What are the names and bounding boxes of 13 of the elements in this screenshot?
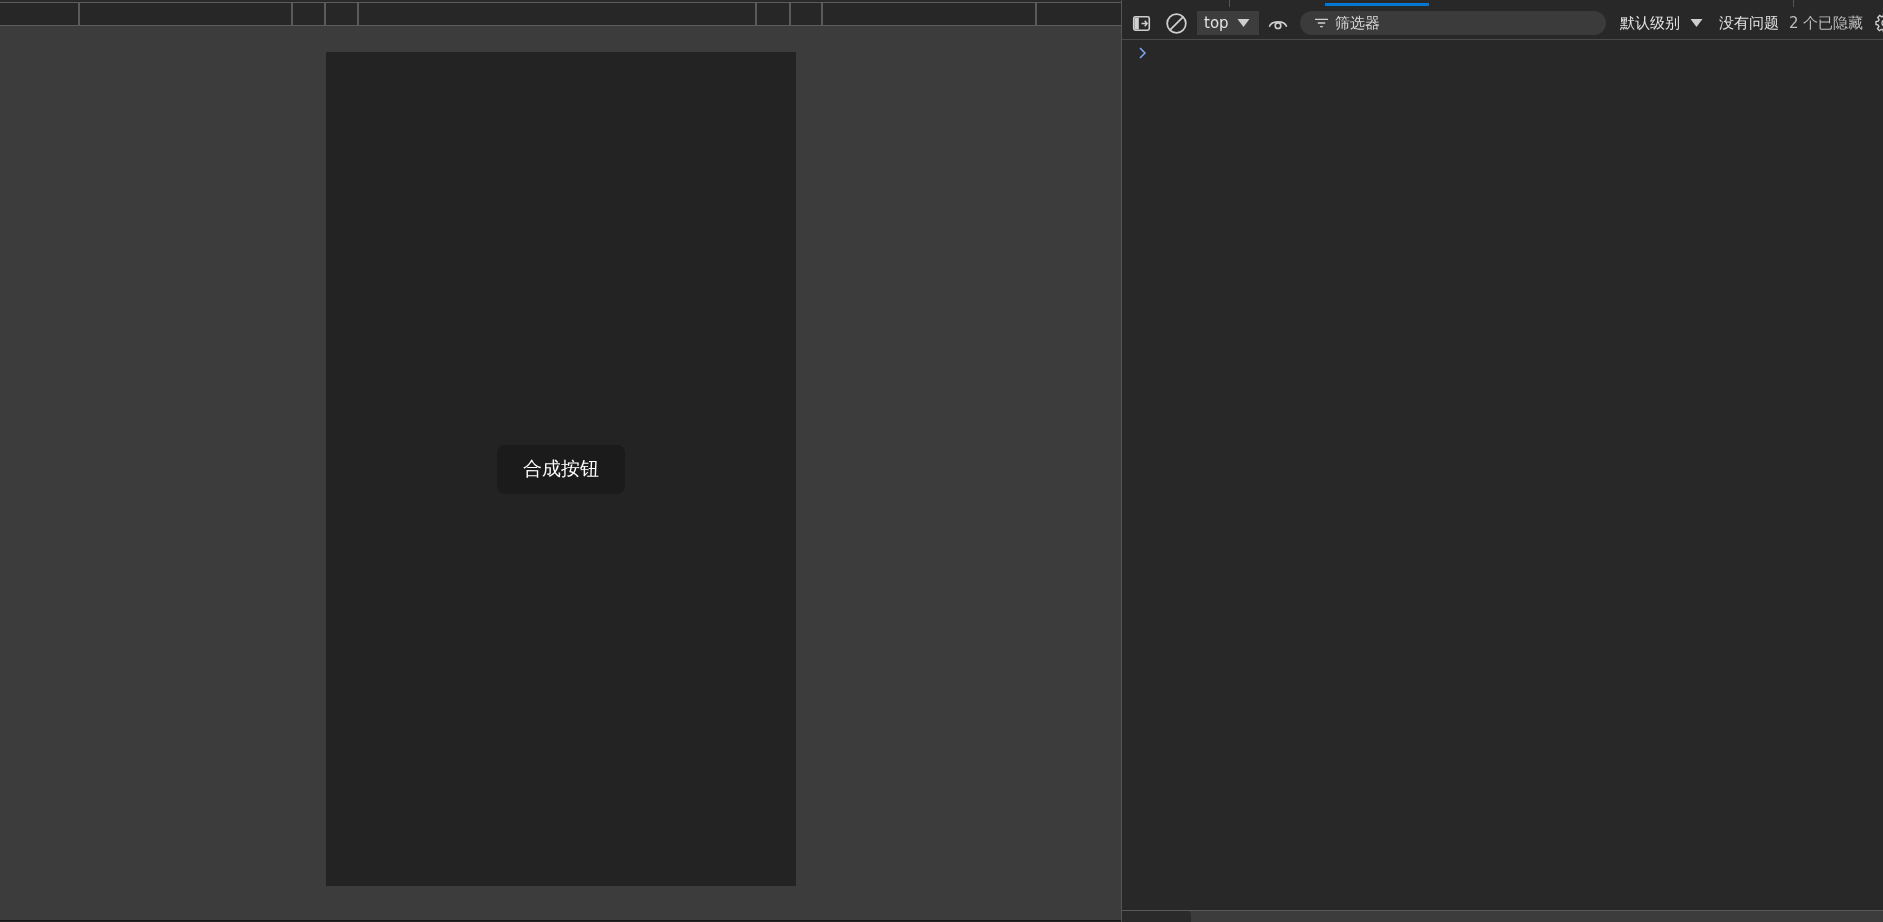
- clear-console-icon[interactable]: [1166, 12, 1187, 34]
- log-level-dropdown[interactable]: 默认级别: [1620, 13, 1703, 33]
- hidden-count: 2 个已隐藏: [1789, 13, 1864, 33]
- prompt-chevron-icon: [1139, 47, 1146, 59]
- caret-icon: [1690, 19, 1703, 27]
- filter-field[interactable]: 筛选器: [1300, 11, 1606, 35]
- sidebar-toggle-icon[interactable]: [1132, 15, 1151, 31]
- filter-icon: [1315, 18, 1328, 28]
- issues-link[interactable]: 没有问题: [1719, 13, 1779, 33]
- context-dropdown[interactable]: top: [1197, 11, 1259, 35]
- caret-icon: [1236, 19, 1250, 27]
- panel-tab-underline[interactable]: [1325, 0, 1429, 6]
- synth-button[interactable]: 合成按钮: [496, 444, 625, 494]
